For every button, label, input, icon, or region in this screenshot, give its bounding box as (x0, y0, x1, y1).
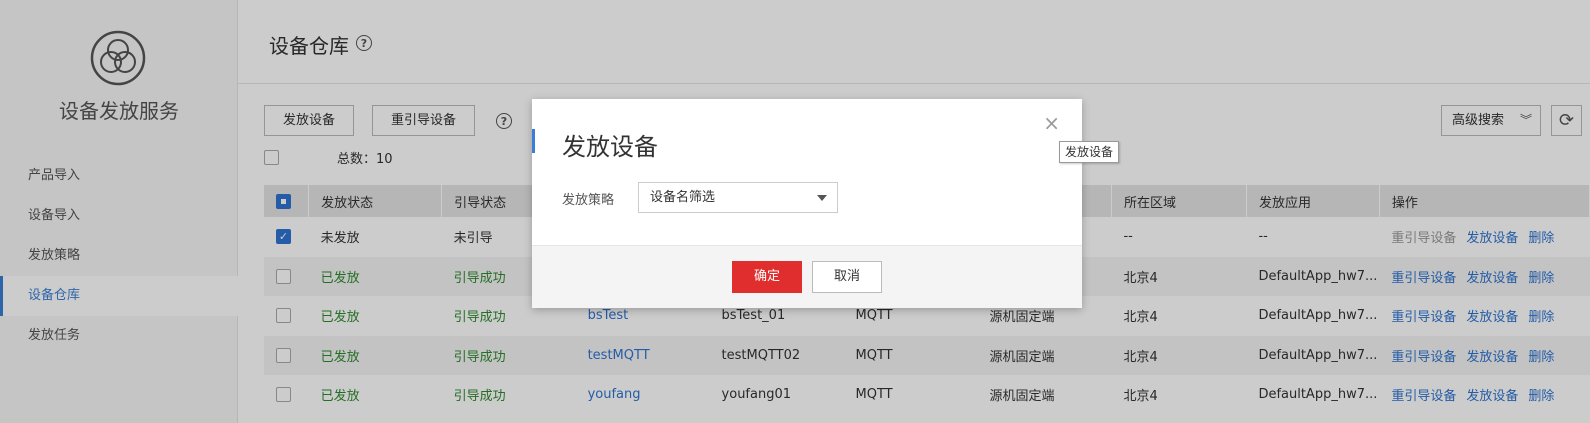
provision-device-dialog: 发放设备 × 发放策略 设备名筛选 确定 取消 (532, 99, 1082, 308)
dialog-title: 发放设备 (562, 133, 658, 161)
confirm-button[interactable]: 确定 (732, 261, 802, 293)
strategy-select[interactable]: 设备名筛选 (638, 182, 838, 213)
dialog-footer: 确定 取消 (532, 245, 1082, 308)
tooltip: 发放设备 (1059, 141, 1120, 163)
caret-down-icon (817, 195, 827, 201)
close-icon[interactable]: × (1043, 111, 1060, 135)
title-accent-bar (532, 129, 535, 153)
strategy-select-value: 设备名筛选 (650, 190, 716, 205)
strategy-label: 发放策略 (562, 193, 615, 208)
cancel-button[interactable]: 取消 (812, 261, 882, 293)
